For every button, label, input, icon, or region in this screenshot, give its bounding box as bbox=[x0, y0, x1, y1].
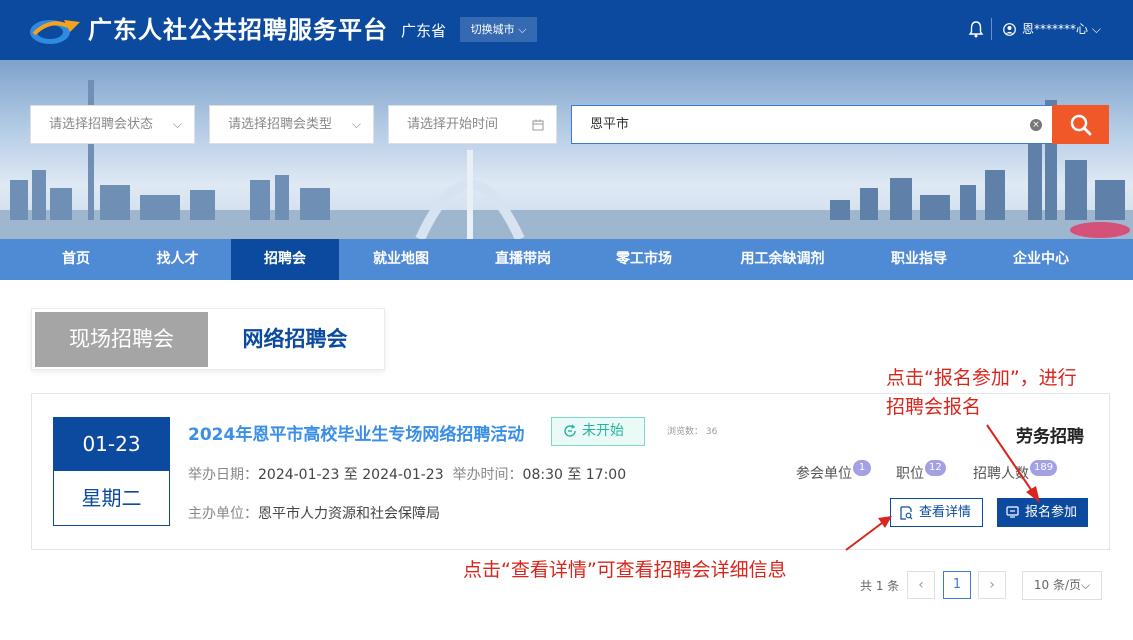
monitor-icon bbox=[1006, 506, 1019, 518]
organizer-label: 主办单位： bbox=[188, 506, 258, 522]
view-count: 浏览数： 36 bbox=[667, 427, 718, 437]
date-label: 举办日期： bbox=[188, 467, 258, 483]
register-join-button[interactable]: 报名参加 bbox=[997, 498, 1088, 527]
logo-icon bbox=[30, 20, 80, 44]
current-province: 广东省 bbox=[401, 22, 447, 40]
nav-item-enterprise-center[interactable]: 企业中心 bbox=[978, 239, 1104, 280]
chevron-down-icon: ⌵ bbox=[1081, 578, 1091, 592]
nav-item-live-recruiting[interactable]: 直播带岗 bbox=[463, 239, 583, 280]
nav-item-gig-market[interactable]: 零工市场 bbox=[583, 239, 705, 280]
chevron-down-icon: ⌵ bbox=[172, 117, 182, 131]
hires-count-badge: 189 bbox=[1030, 460, 1058, 476]
user-menu[interactable]: 恩*******心 ⌵ bbox=[1022, 20, 1101, 37]
city-skyline-image bbox=[0, 80, 1133, 239]
fair-schedule: 举办日期：2024-01-23 至 2024-01-23 举办时间：08:30 … bbox=[188, 464, 626, 484]
page-number-current[interactable]: 1 bbox=[943, 571, 971, 599]
annotation-detail: 点击“查看详情”可查看招聘会详细信息 bbox=[463, 559, 787, 581]
main-nav: 首页 找人才 招聘会 就业地图 直播带岗 零工市场 用工余缺调剂 职业指导 企业… bbox=[0, 239, 1133, 280]
hires-label: 招聘人数 bbox=[973, 466, 1029, 482]
type-select[interactable]: 请选择招聘会类型 ⌵ bbox=[209, 105, 374, 144]
status-text: 未开始 bbox=[582, 423, 624, 439]
time-label: 举办时间： bbox=[452, 467, 523, 483]
keyword-value: 恩平市 bbox=[590, 117, 630, 132]
status-badge: 未开始 bbox=[551, 417, 645, 446]
keyword-search-input[interactable]: 恩平市 × bbox=[571, 105, 1053, 144]
chevron-down-icon: ⌵ bbox=[1091, 22, 1101, 36]
chevron-down-icon: ⌵ bbox=[351, 117, 361, 131]
page-size-select[interactable]: 10 条/页⌵ bbox=[1022, 571, 1102, 600]
nav-item-home[interactable]: 首页 bbox=[28, 239, 124, 280]
units-count-badge: 1 bbox=[853, 460, 871, 476]
status-select-placeholder: 请选择招聘会状态 bbox=[49, 117, 154, 132]
hires-stat: 招聘人数 189 bbox=[973, 460, 1058, 484]
pagination-total: 共 1 条 bbox=[860, 579, 900, 593]
user-icon bbox=[1003, 23, 1016, 36]
fair-date: 01-23 bbox=[54, 418, 169, 471]
nav-item-career-guidance[interactable]: 职业指导 bbox=[860, 239, 978, 280]
user-name: 恩*******心 bbox=[1022, 22, 1089, 36]
start-date-picker[interactable]: 请选择开始时间 bbox=[388, 105, 557, 144]
date-range: 2024-01-23 至 2024-01-23 bbox=[258, 467, 444, 483]
fair-type-tabs: 现场招聘会 网络招聘会 bbox=[31, 308, 385, 370]
units-label: 参会单位 bbox=[796, 466, 852, 482]
chevron-down-icon: ⌵ bbox=[518, 23, 527, 36]
clear-icon[interactable]: × bbox=[1030, 119, 1042, 131]
tab-offline-fair[interactable]: 现场招聘会 bbox=[35, 312, 208, 367]
start-date-placeholder: 请选择开始时间 bbox=[407, 117, 499, 132]
search-banner bbox=[0, 60, 1133, 239]
register-join-label: 报名参加 bbox=[1025, 505, 1078, 520]
document-search-icon bbox=[900, 506, 913, 520]
organizer-name: 恩平市人力资源和社会保障局 bbox=[258, 506, 440, 522]
fair-organizer: 主办单位：恩平市人力资源和社会保障局 bbox=[188, 503, 440, 523]
nav-item-labor-allocation[interactable]: 用工余缺调剂 bbox=[705, 239, 860, 280]
page-size-value: 10 条/页 bbox=[1033, 578, 1082, 592]
switch-city-button[interactable]: 切换城市 ⌵ bbox=[460, 17, 537, 42]
header-divider bbox=[991, 18, 992, 40]
refresh-icon bbox=[564, 424, 576, 437]
annotation-join-line1: 点击“报名参加”，进行 bbox=[886, 367, 1077, 389]
fair-category: 劳务招聘 bbox=[1016, 427, 1084, 447]
date-box: 01-23 星期二 bbox=[53, 417, 170, 526]
nav-item-find-talent[interactable]: 找人才 bbox=[124, 239, 231, 280]
switch-city-label: 切换城市 bbox=[470, 23, 515, 36]
fair-title-link[interactable]: 2024年恩平市高校毕业生专场网络招聘活动 bbox=[188, 420, 524, 445]
top-bar: 广东人社公共招聘服务平台 广东省 切换城市 ⌵ 恩*******心 ⌵ bbox=[0, 0, 1133, 60]
search-icon bbox=[1070, 114, 1092, 136]
positions-count-badge: 12 bbox=[925, 460, 946, 476]
time-range: 08:30 至 17:00 bbox=[522, 467, 627, 483]
positions-label: 职位 bbox=[896, 466, 924, 482]
positions-stat: 职位 12 bbox=[896, 460, 946, 484]
view-details-label: 查看详情 bbox=[919, 505, 972, 520]
status-select[interactable]: 请选择招聘会状态 ⌵ bbox=[30, 105, 195, 144]
view-details-button[interactable]: 查看详情 bbox=[890, 498, 983, 527]
fair-weekday: 星期二 bbox=[81, 486, 142, 510]
tab-online-fair[interactable]: 网络招聘会 bbox=[208, 312, 382, 367]
bell-icon[interactable] bbox=[968, 20, 984, 38]
prev-page-button[interactable]: ‹ bbox=[907, 571, 935, 599]
type-select-placeholder: 请选择招聘会类型 bbox=[228, 117, 333, 132]
next-page-button[interactable]: › bbox=[978, 571, 1006, 599]
nav-item-job-fair[interactable]: 招聘会 bbox=[231, 239, 339, 280]
site-title: 广东人社公共招聘服务平台 bbox=[88, 16, 388, 44]
participating-units-stat: 参会单位 1 bbox=[796, 460, 871, 484]
search-button[interactable] bbox=[1052, 105, 1109, 144]
nav-item-employment-map[interactable]: 就业地图 bbox=[339, 239, 463, 280]
annotation-join-line2: 招聘会报名 bbox=[886, 396, 982, 418]
calendar-icon bbox=[532, 119, 544, 131]
